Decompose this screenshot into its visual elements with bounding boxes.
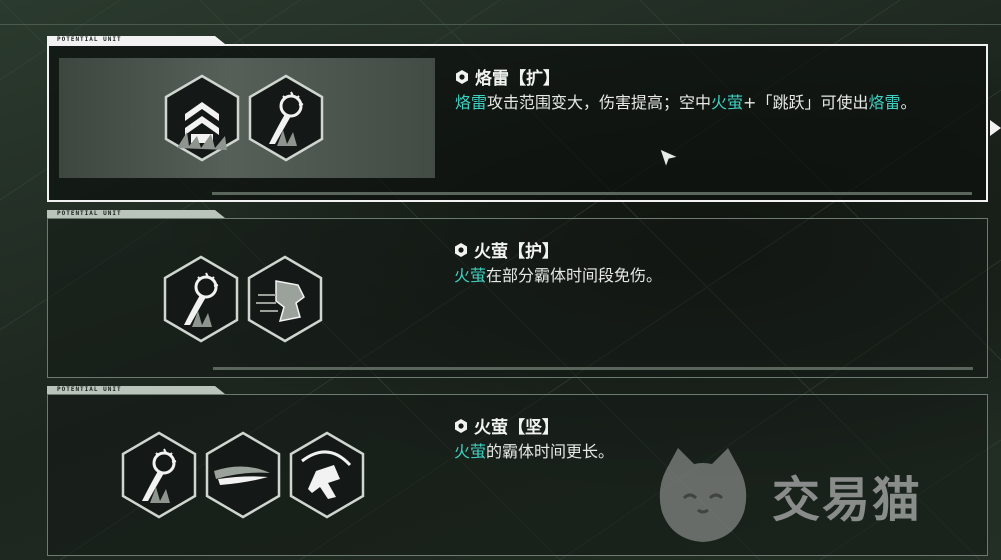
firefly-orb-icon — [162, 255, 240, 343]
card-description: 烙雷攻击范围变大，伤害提高；空中火萤+「跳跃」可使出烙雷。 — [455, 93, 917, 112]
scroll-right-arrow-icon[interactable] — [990, 120, 1001, 136]
card-body: 火萤【护】 火萤在部分霸体时间段免伤。 — [47, 218, 988, 378]
card-tab: POTENTIAL UNIT — [47, 210, 225, 218]
watermark-text: 交易猫 — [772, 472, 923, 528]
card-tab: POTENTIAL UNIT — [47, 386, 225, 394]
card-title: 火萤【坚】 — [454, 413, 559, 438]
top-divider — [0, 24, 1001, 25]
cat-logo-icon — [659, 448, 747, 542]
hexagon-bullet-icon — [456, 69, 468, 84]
card-progress-line — [212, 192, 972, 195]
potential-card-1[interactable]: POTENTIAL UNIT 烙雷【扩】 烙雷攻击范围变大，伤害提高；空中火萤+… — [47, 36, 988, 202]
hexagon-bullet-icon — [455, 242, 467, 257]
icon-row — [162, 255, 324, 343]
card-description: 火萤在部分霸体时间段免伤。 — [454, 266, 663, 285]
slash-kick-icon — [288, 431, 366, 519]
firefly-orb-icon — [247, 74, 325, 162]
firefly-orb-icon — [120, 431, 198, 519]
card-body: 烙雷【扩】 烙雷攻击范围变大，伤害提高；空中火萤+「跳跃」可使出烙雷。 — [47, 44, 988, 202]
speed-streak-icon — [204, 431, 282, 519]
hexagon-bullet-icon — [455, 418, 467, 433]
dash-boots-icon — [246, 255, 324, 343]
card-tab: POTENTIAL UNIT — [47, 36, 225, 44]
mouse-cursor-icon — [659, 148, 680, 169]
icon-row — [120, 431, 366, 519]
watermark: 交易猫 — [648, 440, 988, 550]
icon-row — [163, 74, 325, 162]
card-progress-line — [213, 367, 973, 370]
chevron-rank-icon — [163, 74, 241, 162]
card-title: 火萤【护】 — [454, 237, 559, 262]
potential-card-2[interactable]: POTENTIAL UNIT 火萤【护】 火萤在部分霸体时间段免伤。 — [47, 210, 988, 378]
card-title: 烙雷【扩】 — [455, 64, 560, 89]
